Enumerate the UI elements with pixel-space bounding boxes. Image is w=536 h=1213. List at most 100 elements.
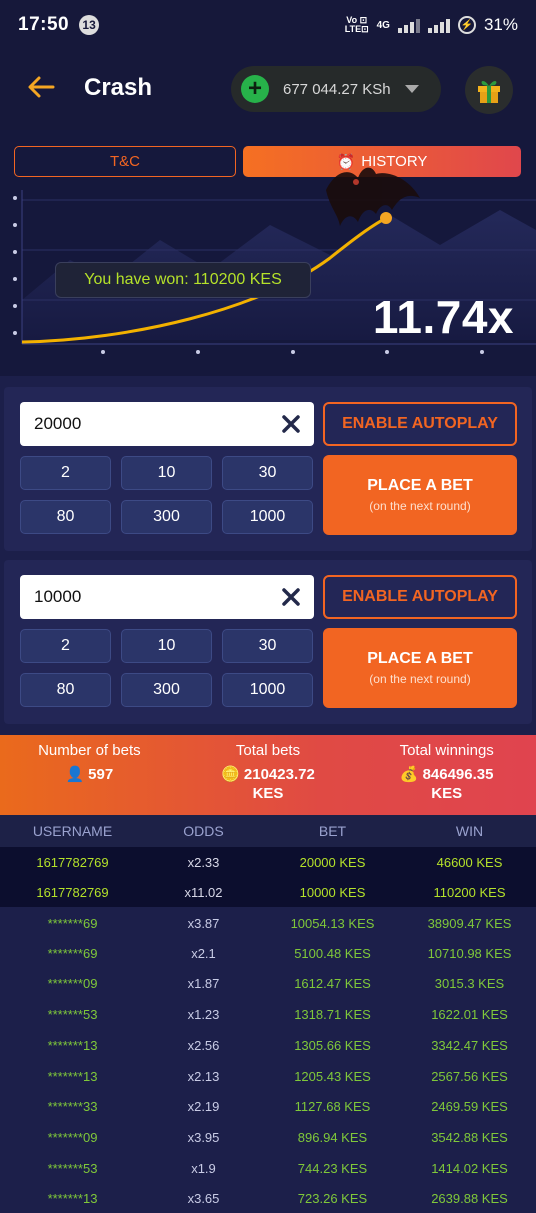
cell-odds: x2.19 — [187, 1098, 220, 1114]
cell-bet: 896.94 KES — [297, 1129, 368, 1145]
cell-odds: x3.95 — [187, 1129, 220, 1145]
cell-win: 110200 KES — [433, 884, 506, 900]
column-win: WIN — [455, 823, 484, 839]
column-username: USERNAME — [32, 823, 113, 839]
cell-username: *******13 — [47, 1068, 98, 1084]
chip-button[interactable]: 1000 — [222, 500, 313, 534]
chip-button[interactable]: 80 — [20, 673, 111, 707]
win-message: You have won: 110200 KES — [55, 262, 311, 298]
close-icon[interactable] — [280, 586, 302, 608]
bet-amount-input[interactable]: 10000 — [20, 575, 314, 619]
cell-odds: x1.87 — [187, 975, 220, 991]
place-bet-sublabel: (on the next round) — [369, 499, 471, 513]
coins-icon: 🪙 — [221, 766, 240, 783]
chevron-down-icon[interactable] — [404, 85, 419, 93]
enable-autoplay-button[interactable]: ENABLE AUTOPLAY — [323, 402, 517, 446]
chip-button[interactable]: 30 — [222, 456, 313, 490]
number-of-bets-label: Number of bets — [38, 742, 141, 759]
total-winnings-label: Total winnings — [399, 742, 494, 759]
cell-win: 2469.59 KES — [431, 1098, 508, 1114]
cell-bet: 20000 KES — [299, 854, 366, 870]
multiplier-value: 11.74x — [372, 291, 514, 343]
balance-selector[interactable]: + 677 044.27 KSh — [231, 66, 441, 112]
cell-bet: 1205.43 KES — [294, 1068, 371, 1084]
battery-level: 31% — [483, 15, 518, 34]
cell-win: 1414.02 KES — [431, 1160, 508, 1176]
battery-icon: ⚡ — [457, 16, 476, 34]
cell-win: 46600 KES — [436, 854, 503, 870]
page-title: Crash — [84, 74, 153, 101]
chip-button[interactable]: 10 — [121, 456, 212, 490]
chip-button[interactable]: 300 — [121, 500, 212, 534]
gift-icon[interactable] — [465, 66, 513, 114]
user-icon: 👤 — [65, 766, 85, 783]
enable-autoplay-button[interactable]: ENABLE AUTOPLAY — [323, 575, 517, 619]
back-arrow-icon[interactable] — [26, 72, 56, 102]
cell-win: 3542.88 KES — [431, 1129, 508, 1145]
cell-username: *******69 — [47, 915, 98, 931]
signal-icon-2 — [427, 17, 450, 33]
cell-username: *******09 — [47, 975, 98, 991]
cell-odds: x2.1 — [191, 945, 216, 961]
cell-odds: x3.87 — [187, 915, 220, 931]
column-odds: ODDS — [183, 823, 224, 839]
cell-username: *******69 — [47, 945, 98, 961]
table-row: 1617782769 x11.02 10000 KES 110200 KES — [0, 877, 536, 907]
balance-value: 677 044.27 KSh — [283, 80, 391, 98]
chip-button[interactable]: 300 — [121, 673, 212, 707]
cell-bet: 1305.66 KES — [294, 1037, 371, 1053]
bet-panel-2: 10000 ENABLE AUTOPLAY 2 10 30 80 300 100… — [4, 560, 532, 724]
chip-button[interactable]: 1000 — [222, 673, 313, 707]
cell-odds: x3.65 — [187, 1190, 220, 1206]
status-time: 17:50 — [18, 14, 70, 35]
cell-win: 38909.47 KES — [427, 915, 512, 931]
notification-badge: 13 — [79, 15, 100, 35]
network-indicator: Vo ⊡ LTE⊡ — [344, 15, 369, 34]
cell-bet: 1612.47 KES — [294, 975, 371, 991]
chip-button[interactable]: 2 — [20, 629, 111, 663]
cell-username: *******33 — [47, 1098, 98, 1114]
bet-amount-input[interactable]: 20000 — [20, 402, 314, 446]
total-bets-value: 210423.72 — [243, 765, 315, 783]
table-row: *******53 x1.9 744.23 KES 1414.02 KES — [0, 1153, 536, 1183]
cell-odds: x11.02 — [184, 884, 223, 900]
cell-bet: 5100.48 KES — [294, 945, 371, 961]
place-bet-button[interactable]: PLACE A BET (on the next round) — [323, 455, 517, 535]
close-icon[interactable] — [280, 413, 302, 435]
cell-odds: x2.33 — [187, 854, 220, 870]
bet-amount-value: 10000 — [34, 587, 82, 606]
number-of-bets: Number of bets 👤 597 — [0, 735, 179, 815]
chip-button[interactable]: 80 — [20, 500, 111, 534]
cell-username: *******53 — [47, 1160, 98, 1176]
curve-head — [380, 212, 392, 224]
column-bet: BET — [318, 823, 347, 839]
total-bets: Total bets 🪙 210423.72 KES — [179, 735, 358, 815]
chip-button[interactable]: 10 — [121, 629, 212, 663]
chip-button[interactable]: 2 — [20, 456, 111, 490]
gift-box-icon — [478, 80, 500, 103]
table-row: *******53 x1.23 1318.71 KES 1622.01 KES — [0, 999, 536, 1029]
bet-amount-value: 20000 — [34, 414, 82, 433]
number-of-bets-value: 597 — [88, 765, 114, 783]
network-type: 4G — [376, 19, 390, 31]
chip-button[interactable]: 30 — [222, 629, 313, 663]
cell-win: 2639.88 KES — [431, 1190, 508, 1206]
bets-table-header: USERNAME ODDS BET WIN — [0, 815, 536, 847]
table-row: *******13 x2.56 1305.66 KES 3342.47 KES — [0, 1030, 536, 1060]
bet-panel-1: 20000 ENABLE AUTOPLAY 2 10 30 80 300 100… — [4, 387, 532, 551]
cell-win: 10710.98 KES — [427, 945, 512, 961]
app-header: Crash + 677 044.27 KSh — [0, 50, 536, 130]
status-bar: 17:50 13 Vo ⊡ LTE⊡ 4G ⚡ 31% — [0, 0, 536, 50]
x-axis-ticks — [101, 350, 484, 354]
table-row: *******13 x3.65 723.26 KES 2639.88 KES — [0, 1183, 536, 1213]
cell-win: 3342.47 KES — [431, 1037, 508, 1053]
cell-username: *******09 — [47, 1129, 98, 1145]
table-row: 1617782769 x2.33 20000 KES 46600 KES — [0, 847, 536, 877]
cell-odds: x1.23 — [187, 1006, 220, 1022]
table-row: *******69 x2.1 5100.48 KES 10710.98 KES — [0, 938, 536, 968]
plus-icon[interactable]: + — [241, 75, 269, 103]
total-bets-unit: KES — [252, 785, 284, 802]
game-area: T&C ⏰ HISTORY You have won: 110200 KES 1… — [0, 130, 536, 376]
cell-bet: 10000 KES — [299, 884, 366, 900]
place-bet-button[interactable]: PLACE A BET (on the next round) — [323, 628, 517, 708]
